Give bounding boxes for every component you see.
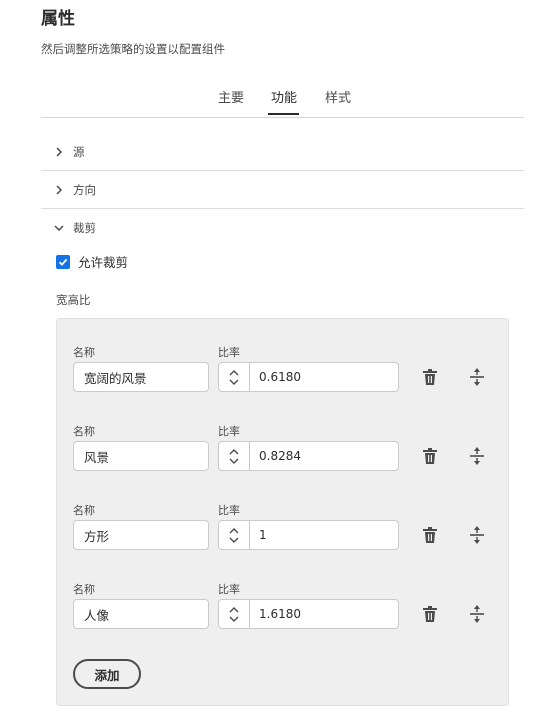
accordion-orientation-label: 方向 bbox=[73, 183, 96, 197]
aspect-ratio-row: 名称 比率 风景 0.8284 bbox=[57, 423, 508, 497]
panel-subtitle: 然后调整所选策略的设置以配置组件 bbox=[41, 42, 225, 56]
aspect-ratio-label: 宽高比 bbox=[56, 293, 91, 307]
drag-handle-icon[interactable] bbox=[465, 599, 489, 629]
ratio-stepper[interactable]: 1.6180 bbox=[218, 599, 399, 629]
ratio-value[interactable]: 0.8284 bbox=[259, 442, 301, 470]
chevron-right-icon bbox=[53, 184, 65, 196]
ratio-value[interactable]: 0.6180 bbox=[259, 363, 301, 391]
trash-icon[interactable] bbox=[418, 441, 442, 471]
name-label: 名称 bbox=[73, 346, 95, 359]
ratio-label: 比率 bbox=[218, 583, 240, 596]
tab-main[interactable]: 主要 bbox=[218, 87, 244, 106]
ratio-stepper[interactable]: 1 bbox=[218, 520, 399, 550]
ratio-stepper[interactable]: 0.6180 bbox=[218, 362, 399, 392]
name-input[interactable]: 方形 bbox=[73, 520, 209, 550]
stepper-arrows-icon[interactable] bbox=[219, 600, 250, 628]
ratio-stepper[interactable]: 0.8284 bbox=[218, 441, 399, 471]
aspect-ratio-row: 名称 比率 宽阔的风景 0.6180 bbox=[57, 344, 508, 418]
name-input[interactable]: 风景 bbox=[73, 441, 209, 471]
name-input[interactable]: 宽阔的风景 bbox=[73, 362, 209, 392]
ratio-value[interactable]: 1 bbox=[259, 521, 267, 549]
tabs-divider bbox=[41, 117, 524, 118]
trash-icon[interactable] bbox=[418, 599, 442, 629]
stepper-arrows-icon[interactable] bbox=[219, 521, 250, 549]
ratio-label: 比率 bbox=[218, 504, 240, 517]
aspect-ratio-row: 名称 比率 人像 1.6180 bbox=[57, 581, 508, 655]
accordion-source[interactable]: 源 bbox=[53, 142, 85, 162]
accordion-crop[interactable]: 裁剪 bbox=[53, 218, 96, 238]
accordion-crop-label: 裁剪 bbox=[73, 221, 96, 235]
trash-icon[interactable] bbox=[418, 362, 442, 392]
allow-crop-checkbox[interactable]: 允许裁剪 bbox=[56, 252, 128, 271]
aspect-ratio-row: 名称 比率 方形 1 bbox=[57, 502, 508, 576]
tab-features[interactable]: 功能 bbox=[271, 87, 297, 106]
drag-handle-icon[interactable] bbox=[465, 520, 489, 550]
stepper-arrows-icon[interactable] bbox=[219, 442, 250, 470]
divider bbox=[41, 170, 524, 171]
name-label: 名称 bbox=[73, 425, 95, 438]
add-button[interactable]: 添加 bbox=[73, 659, 141, 689]
name-input[interactable]: 人像 bbox=[73, 599, 209, 629]
chevron-right-icon bbox=[53, 146, 65, 158]
aspect-ratio-list: 名称 比率 宽阔的风景 0.6180 名称 比率 风景 0.8284 名称 比率… bbox=[56, 318, 509, 706]
name-label: 名称 bbox=[73, 504, 95, 517]
tab-bar: 主要 功能 样式 bbox=[0, 84, 558, 118]
tab-active-indicator bbox=[268, 113, 299, 115]
ratio-label: 比率 bbox=[218, 346, 240, 359]
tab-styles[interactable]: 样式 bbox=[325, 87, 351, 106]
drag-handle-icon[interactable] bbox=[465, 441, 489, 471]
accordion-source-label: 源 bbox=[73, 145, 85, 159]
panel-title: 属性 bbox=[41, 9, 75, 29]
allow-crop-label: 允许裁剪 bbox=[78, 255, 129, 270]
trash-icon[interactable] bbox=[418, 520, 442, 550]
checkbox-checked-icon[interactable] bbox=[56, 254, 70, 269]
divider bbox=[41, 208, 524, 209]
chevron-down-icon bbox=[53, 222, 65, 234]
ratio-value[interactable]: 1.6180 bbox=[259, 600, 301, 628]
ratio-label: 比率 bbox=[218, 425, 240, 438]
drag-handle-icon[interactable] bbox=[465, 362, 489, 392]
name-label: 名称 bbox=[73, 583, 95, 596]
stepper-arrows-icon[interactable] bbox=[219, 363, 250, 391]
accordion-orientation[interactable]: 方向 bbox=[53, 180, 96, 200]
